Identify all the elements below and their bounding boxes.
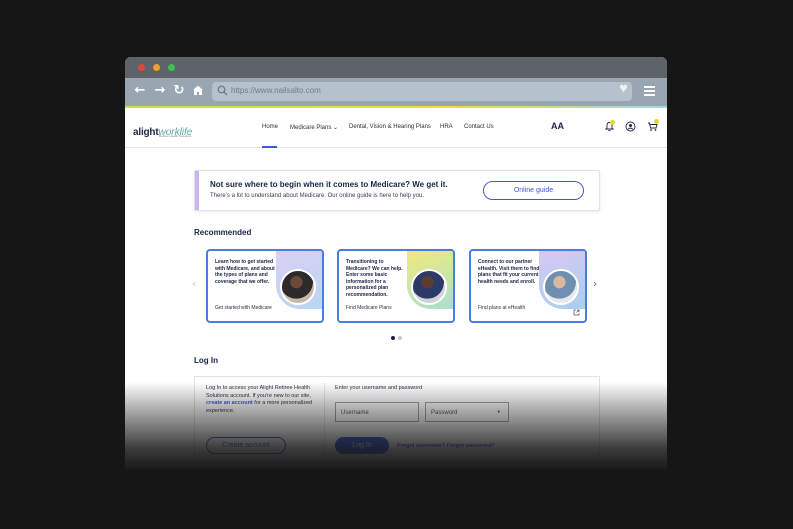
create-account-link[interactable]: create an account bbox=[206, 400, 253, 406]
login-panel: Log In to access your Alight Retiree Hea… bbox=[194, 376, 600, 472]
card-text: Transitioning to Medicare? We can help. … bbox=[346, 259, 403, 298]
medicare-guide-banner: Not sure where to begin when it comes to… bbox=[194, 170, 600, 211]
login-intro: Log In to access your Alight Retiree Hea… bbox=[206, 385, 313, 414]
site-header: alightworklife Retiree Health Solutions … bbox=[125, 108, 667, 148]
banner-accent-bar bbox=[195, 171, 199, 210]
recommended-title: Recommended bbox=[194, 228, 252, 237]
login-prompt: Enter your username and password bbox=[335, 385, 423, 391]
banner-text: There’s a lot to understand about Medica… bbox=[210, 193, 425, 199]
nav-home[interactable]: Home bbox=[262, 124, 278, 130]
nav-dental-vision-hearing[interactable]: Dental, Vision & Hearing Plans bbox=[349, 124, 431, 130]
user-account-icon[interactable] bbox=[625, 121, 636, 132]
browser-toolbar: ← → ↻ https://www.nailsalto.com ♥ bbox=[125, 78, 667, 106]
login-button[interactable]: Log In bbox=[335, 437, 389, 454]
nav-medicare-plans[interactable]: Medicare Plans ⌄ bbox=[290, 124, 338, 131]
chevron-down-icon: ⌄ bbox=[333, 125, 339, 131]
photo-image bbox=[543, 269, 579, 305]
create-account-button[interactable]: Create account bbox=[206, 437, 286, 454]
password-input[interactable]: Password • bbox=[425, 402, 509, 422]
search-icon bbox=[217, 85, 228, 96]
forward-arrow-icon[interactable]: → bbox=[153, 84, 167, 98]
minimize-window-button[interactable] bbox=[153, 64, 160, 71]
carousel-dot[interactable] bbox=[398, 336, 402, 340]
favorite-heart-icon[interactable]: ♥ bbox=[619, 84, 628, 95]
card-text: Connect to our partner eHealth. Visit th… bbox=[478, 259, 540, 285]
nav-contact-us[interactable]: Contact Us bbox=[464, 124, 494, 130]
card-link[interactable]: Find Medicare Plans bbox=[346, 305, 392, 311]
card-link[interactable]: Find plans at eHealth bbox=[478, 305, 525, 311]
home-icon[interactable] bbox=[191, 84, 205, 98]
external-link-icon bbox=[573, 309, 580, 316]
recommendation-card[interactable]: Transitioning to Medicare? We can help. … bbox=[337, 249, 455, 323]
nav-hra[interactable]: HRA bbox=[440, 124, 453, 130]
close-window-button[interactable] bbox=[138, 64, 145, 71]
font-size-icon[interactable]: AA bbox=[551, 121, 564, 131]
reload-icon[interactable]: ↻ bbox=[172, 84, 186, 98]
carousel-dot-active[interactable] bbox=[391, 336, 395, 340]
card-link[interactable]: Get started with Medicare bbox=[215, 305, 272, 311]
carousel-next-icon[interactable]: › bbox=[593, 279, 597, 290]
photo-image bbox=[280, 269, 316, 305]
recommendation-card[interactable]: Connect to our partner eHealth. Visit th… bbox=[469, 249, 587, 323]
login-title: Log In bbox=[194, 356, 218, 365]
browser-window: ← → ↻ https://www.nailsalto.com ♥ alight… bbox=[125, 57, 667, 472]
password-visibility-icon[interactable]: • bbox=[498, 409, 500, 416]
url-text: https://www.nailsalto.com bbox=[231, 86, 321, 95]
banner-title: Not sure where to begin when it comes to… bbox=[210, 180, 448, 189]
forgot-credentials-link[interactable]: Forgot username? Forgot password? bbox=[397, 443, 495, 449]
photo-image bbox=[411, 269, 447, 305]
carousel-prev-icon[interactable]: ‹ bbox=[192, 279, 196, 290]
title-bar bbox=[125, 57, 667, 78]
address-bar[interactable]: https://www.nailsalto.com ♥ bbox=[212, 82, 632, 101]
card-text: Learn how to get started with Medicare, … bbox=[215, 259, 275, 285]
divider bbox=[324, 383, 325, 463]
online-guide-button[interactable]: Online guide bbox=[483, 181, 584, 200]
cart-badge bbox=[654, 119, 659, 124]
notification-badge bbox=[610, 120, 615, 125]
page-content: alightworklife Retiree Health Solutions … bbox=[125, 108, 667, 472]
maximize-window-button[interactable] bbox=[168, 64, 175, 71]
recommendation-card[interactable]: Learn how to get started with Medicare, … bbox=[206, 249, 324, 323]
alight-logo[interactable]: alightworklife Retiree Health Solutions bbox=[133, 122, 192, 140]
username-input[interactable]: Username bbox=[335, 402, 419, 422]
nav-active-indicator bbox=[262, 146, 277, 148]
hamburger-menu-icon[interactable] bbox=[644, 86, 655, 96]
back-arrow-icon[interactable]: ← bbox=[133, 84, 147, 98]
